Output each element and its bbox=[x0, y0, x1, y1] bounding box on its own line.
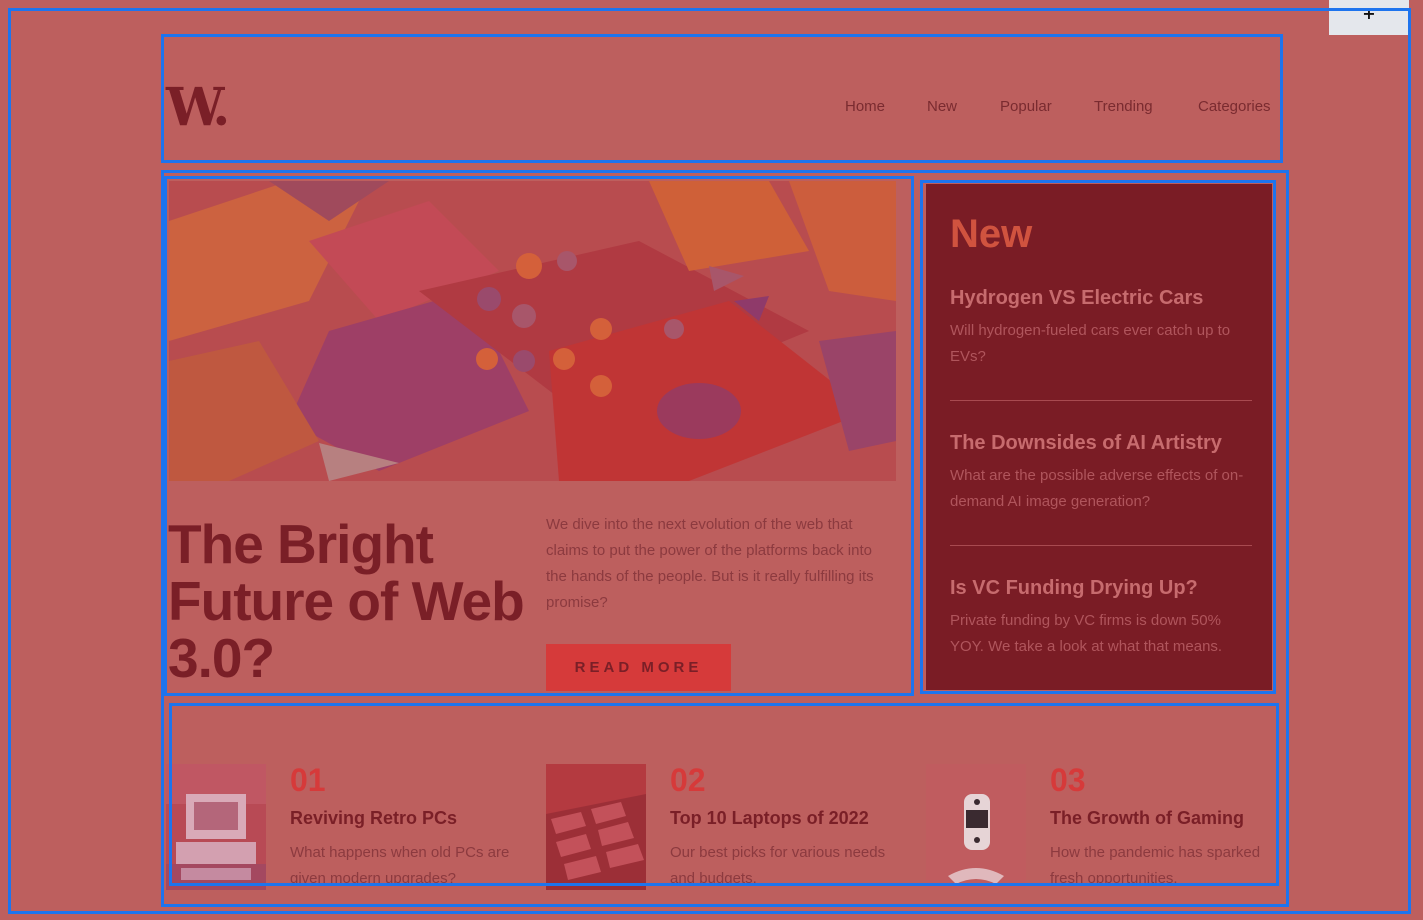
nav-popular[interactable]: Popular bbox=[1000, 98, 1052, 115]
article-card[interactable]: 01 Reviving Retro PCs What happens when … bbox=[166, 762, 509, 890]
site-logo[interactable]: W. bbox=[166, 82, 230, 134]
corner-marker: + bbox=[1329, 0, 1409, 35]
divider bbox=[950, 545, 1252, 546]
new-item-desc: Will hydrogen-fueled cars ever catch up … bbox=[950, 322, 1231, 365]
new-item-title[interactable]: Hydrogen VS Electric Cars bbox=[950, 286, 1252, 310]
new-item-title[interactable]: The Downsides of AI Artistry bbox=[950, 431, 1252, 455]
nav-trending[interactable]: Trending bbox=[1094, 98, 1153, 115]
new-item-desc: Private funding by VC firms is down 50% … bbox=[950, 612, 1223, 655]
card-desc: How the pandemic has sparked fresh oppor… bbox=[1050, 844, 1261, 887]
article-card[interactable]: 02 Top 10 Laptops of 2022 Our best picks… bbox=[546, 764, 886, 890]
read-more-button[interactable]: READ MORE bbox=[546, 644, 731, 691]
card-title[interactable]: The Growth of Gaming bbox=[1050, 808, 1244, 829]
hero-title: The Bright Future of Web 3.0? bbox=[168, 513, 525, 689]
new-panel-heading: New bbox=[950, 212, 1033, 256]
new-item-desc: What are the possible adverse effects of… bbox=[950, 467, 1244, 510]
new-item[interactable]: The Downsides of AI Artistry What are th… bbox=[950, 431, 1252, 515]
new-item[interactable]: Is VC Funding Drying Up? Private funding… bbox=[950, 576, 1252, 660]
laptop-keyboard-thumbnail[interactable] bbox=[546, 764, 646, 890]
game-controller-thumbnail[interactable] bbox=[926, 764, 1026, 890]
card-title[interactable]: Top 10 Laptops of 2022 bbox=[670, 808, 869, 829]
card-title[interactable]: Reviving Retro PCs bbox=[290, 808, 457, 829]
retro-pc-thumbnail[interactable] bbox=[166, 764, 266, 890]
new-item-title[interactable]: Is VC Funding Drying Up? bbox=[950, 576, 1252, 600]
hero-image bbox=[169, 181, 896, 481]
card-desc: Our best picks for various needs and bud… bbox=[670, 844, 886, 887]
card-number: 02 bbox=[670, 762, 706, 798]
article-card[interactable]: 03 The Growth of Gaming How the pandemic… bbox=[926, 764, 1266, 890]
nav-home[interactable]: Home bbox=[845, 98, 885, 115]
card-number: 01 bbox=[290, 762, 326, 798]
plus-icon: + bbox=[1362, 4, 1376, 23]
divider bbox=[950, 400, 1252, 401]
nav-categories[interactable]: Categories bbox=[1198, 98, 1271, 115]
nav-new[interactable]: New bbox=[927, 98, 957, 115]
new-item[interactable]: Hydrogen VS Electric Cars Will hydrogen-… bbox=[950, 286, 1252, 370]
new-articles-panel: New Hydrogen VS Electric Cars Will hydro… bbox=[926, 184, 1272, 690]
hero-description: We dive into the next evolution of the w… bbox=[546, 516, 874, 611]
card-desc: What happens when old PCs are given mode… bbox=[290, 844, 510, 887]
card-number: 03 bbox=[1050, 762, 1086, 798]
